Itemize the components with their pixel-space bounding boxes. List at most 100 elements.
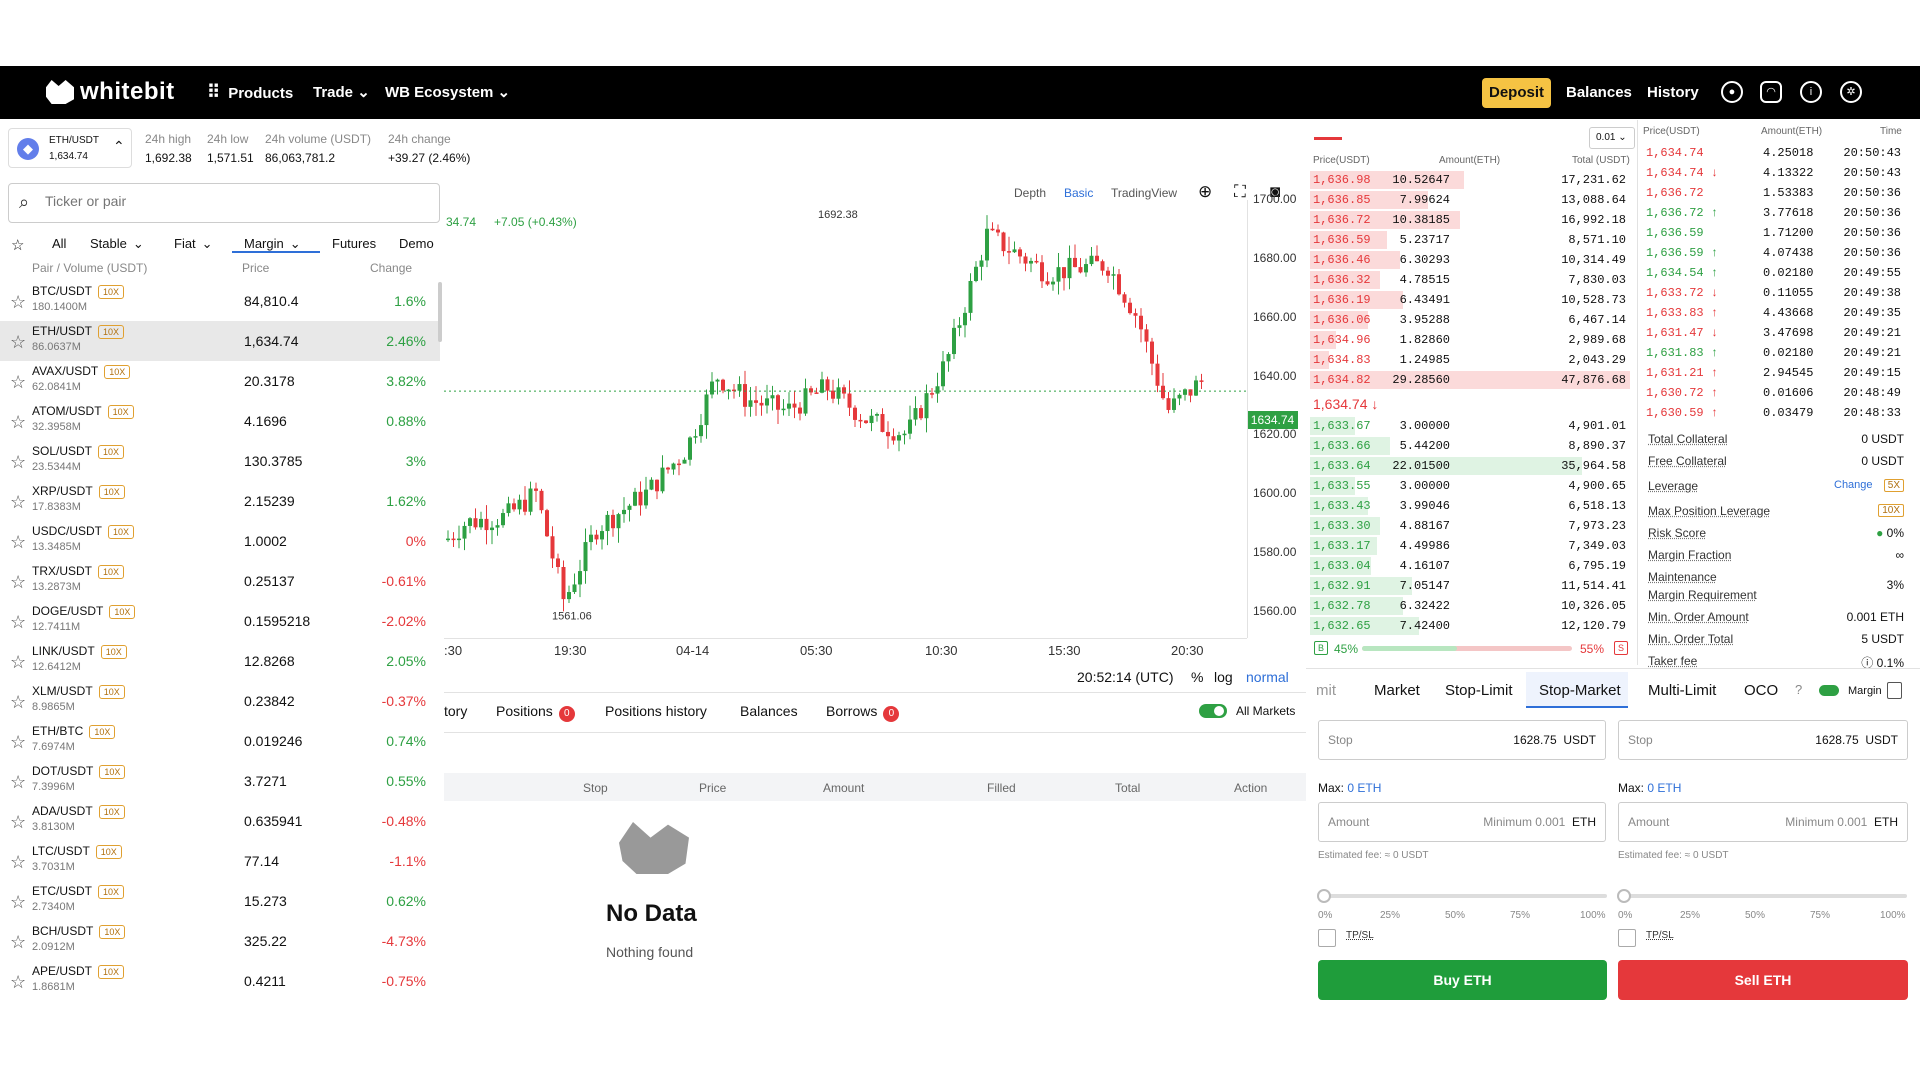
favorite-star-icon[interactable]: ☆ (10, 772, 26, 793)
sell-eth-button[interactable]: Sell ETH (1618, 960, 1908, 1000)
filter-stable[interactable]: Stable ⌄ (90, 236, 144, 252)
orderbook-row[interactable]: 1,633.04 4.16107 6,795.19 (1310, 556, 1630, 576)
pair-selector[interactable]: ◆ ETH/USDT 1,634.74 ⌃ (8, 128, 132, 168)
support-headset-icon[interactable]: ◠ (1760, 81, 1782, 103)
info-icon[interactable]: i (1800, 81, 1822, 103)
favorite-star-icon[interactable]: ☆ (10, 732, 26, 753)
market-row[interactable]: ☆ XLM/USDT 10X 8.9865M 0.23842 -0.37% (0, 681, 440, 721)
filter-demo[interactable]: Demo (399, 236, 434, 251)
favorite-star-icon[interactable]: ☆ (10, 372, 26, 393)
market-row[interactable]: ☆ ETH/USDT 10X 86.0637M 1,634.74 2.46% (0, 321, 440, 361)
favorite-star-icon[interactable]: ☆ (10, 692, 26, 713)
orderbook-row[interactable]: 1,634.83 1.24985 2,043.29 (1310, 350, 1630, 370)
buy-pct-label[interactable]: 50% (1445, 910, 1465, 921)
calculator-icon[interactable] (1887, 682, 1902, 699)
markets-scrollbar[interactable] (438, 282, 442, 342)
book-view-all-icon[interactable]: ▬▬▬ (1314, 132, 1342, 143)
market-row[interactable]: ☆ AVAX/USDT 10X 62.0841M 20.3178 3.82% (0, 361, 440, 401)
tab-order-history[interactable]: tory (444, 703, 467, 719)
orderbook-row[interactable]: 1,633.67 3.00000 4,901.01 (1310, 416, 1630, 436)
all-markets-toggle[interactable] (1199, 704, 1227, 718)
favorite-star-icon[interactable]: ☆ (10, 892, 26, 913)
market-row[interactable]: ☆ DOT/USDT 10X 7.3996M 3.7271 0.55% (0, 761, 440, 801)
favorites-star-icon[interactable]: ☆ (11, 236, 24, 254)
market-row[interactable]: ☆ XRP/USDT 10X 17.8383M 2.15239 1.62% (0, 481, 440, 521)
market-row[interactable]: ☆ ADA/USDT 10X 3.8130M 0.635941 -0.48% (0, 801, 440, 841)
market-row[interactable]: ☆ BCH/USDT 10X 2.0912M 325.22 -4.73% (0, 921, 440, 961)
log-toggle[interactable]: log (1214, 669, 1233, 685)
col-price[interactable]: Price (242, 261, 269, 275)
orderbook-row[interactable]: 1,636.46 6.30293 10,314.49 (1310, 250, 1630, 270)
ticker-search[interactable]: ⌕ (8, 183, 440, 223)
normal-toggle[interactable]: normal (1246, 669, 1289, 685)
orderbook-row[interactable]: 1,633.43 3.99046 6,518.13 (1310, 496, 1630, 516)
sell-amount-field[interactable]: Amount Minimum 0.001 ETH (1618, 802, 1908, 842)
orderbook-row[interactable]: 1,633.64 22.01500 35,964.58 (1310, 456, 1630, 476)
buy-stop-field[interactable]: Stop 1628.75 USDT (1318, 720, 1606, 760)
favorite-star-icon[interactable]: ☆ (10, 412, 26, 433)
favorite-star-icon[interactable]: ☆ (10, 612, 26, 633)
tab-positions-history[interactable]: Positions history (605, 703, 707, 719)
market-row[interactable]: ☆ ETC/USDT 10X 2.7340M 15.273 0.62% (0, 881, 440, 921)
tab-borrows[interactable]: Borrows 0 (826, 703, 900, 722)
tab-stop-limit[interactable]: Stop-Limit (1445, 682, 1513, 699)
orderbook-row[interactable]: 1,636.06 3.95288 6,467.14 (1310, 310, 1630, 330)
sell-pct-label[interactable]: 25% (1680, 910, 1700, 921)
favorite-star-icon[interactable]: ☆ (10, 652, 26, 673)
balances-link[interactable]: Balances (1566, 66, 1632, 119)
gear-icon[interactable]: ✲ (1840, 81, 1862, 103)
favorite-star-icon[interactable]: ☆ (10, 572, 26, 593)
favorite-star-icon[interactable]: ☆ (10, 292, 26, 313)
orderbook-row[interactable]: 1,633.55 3.00000 4,900.65 (1310, 476, 1630, 496)
sell-pct-label[interactable]: 75% (1810, 910, 1830, 921)
buy-amount-field[interactable]: Amount Minimum 0.001 ETH (1318, 802, 1606, 842)
history-link[interactable]: History (1647, 66, 1699, 119)
orderbook-row[interactable]: 1,634.96 1.82860 2,989.68 (1310, 330, 1630, 350)
sell-pct-label[interactable]: 50% (1745, 910, 1765, 921)
tab-market[interactable]: Market (1374, 682, 1420, 699)
market-row[interactable]: ☆ ETH/BTC 10X 7.6974M 0.019246 0.74% (0, 721, 440, 761)
candlestick-chart[interactable]: 1692.38 1561.06 (444, 170, 1306, 640)
orderbook-row[interactable]: 1,636.98 10.52647 17,231.62 (1310, 170, 1630, 190)
favorite-star-icon[interactable]: ☆ (10, 812, 26, 833)
market-row[interactable]: ☆ USDC/USDT 10X 13.3485M 1.0002 0% (0, 521, 440, 561)
buy-tpsl-checkbox[interactable] (1318, 929, 1336, 947)
orderbook-row[interactable]: 1,636.32 4.78515 7,830.03 (1310, 270, 1630, 290)
orderbook-row[interactable]: 1,636.72 10.38185 16,992.18 (1310, 210, 1630, 230)
orderbook-row[interactable]: 1,632.91 7.05147 11,514.41 (1310, 576, 1630, 596)
percent-toggle[interactable]: % (1191, 669, 1203, 685)
market-row[interactable]: ☆ BTC/USDT 10X 180.1400M 84,810.4 1.6% (0, 281, 440, 321)
account-icon[interactable]: ● (1721, 81, 1743, 103)
buy-pct-label[interactable]: 25% (1380, 910, 1400, 921)
tab-oco[interactable]: OCO (1744, 682, 1778, 699)
col-pair-volume[interactable]: Pair / Volume (USDT) (32, 261, 147, 275)
ecosystem-menu[interactable]: WB Ecosystem ⌄ (385, 66, 510, 119)
market-row[interactable]: ☆ LTC/USDT 10X 3.7031M 77.14 -1.1% (0, 841, 440, 881)
tab-positions[interactable]: Positions 0 (496, 703, 575, 722)
tab-multi-limit[interactable]: Multi-Limit (1648, 682, 1716, 699)
filter-margin[interactable]: Margin ⌄ (244, 236, 301, 252)
col-change[interactable]: Change (370, 261, 412, 275)
buy-amount-slider[interactable] (1317, 889, 1607, 903)
slider-knob[interactable] (1617, 889, 1631, 903)
search-input[interactable] (45, 193, 425, 209)
market-row[interactable]: ☆ LINK/USDT 10X 12.6412M 12.8268 2.05% (0, 641, 440, 681)
filter-fiat[interactable]: Fiat ⌄ (174, 236, 213, 252)
tab-balances[interactable]: Balances (740, 703, 798, 719)
tab-stop-market[interactable]: Stop-Market (1539, 682, 1621, 699)
sell-pct-label[interactable]: 0% (1618, 910, 1632, 921)
market-row[interactable]: ☆ ATOM/USDT 10X 32.3958M 4.1696 0.88% (0, 401, 440, 441)
tab-limit[interactable]: mit (1316, 682, 1336, 699)
favorite-star-icon[interactable]: ☆ (10, 932, 26, 953)
orderbook-row[interactable]: 1,632.78 6.32422 10,326.05 (1310, 596, 1630, 616)
buy-pct-label[interactable]: 0% (1318, 910, 1332, 921)
deposit-button[interactable]: Deposit (1482, 78, 1551, 108)
favorite-star-icon[interactable]: ☆ (10, 492, 26, 513)
buy-pct-label[interactable]: 100% (1580, 910, 1606, 921)
trade-menu[interactable]: Trade ⌄ (313, 66, 370, 119)
sell-stop-field[interactable]: Stop 1628.75 USDT (1618, 720, 1908, 760)
sell-amount-slider[interactable] (1617, 889, 1907, 903)
sell-tpsl-checkbox[interactable] (1618, 929, 1636, 947)
orderbook-row[interactable]: 1,636.19 6.43491 10,528.73 (1310, 290, 1630, 310)
margin-toggle[interactable] (1819, 685, 1839, 696)
